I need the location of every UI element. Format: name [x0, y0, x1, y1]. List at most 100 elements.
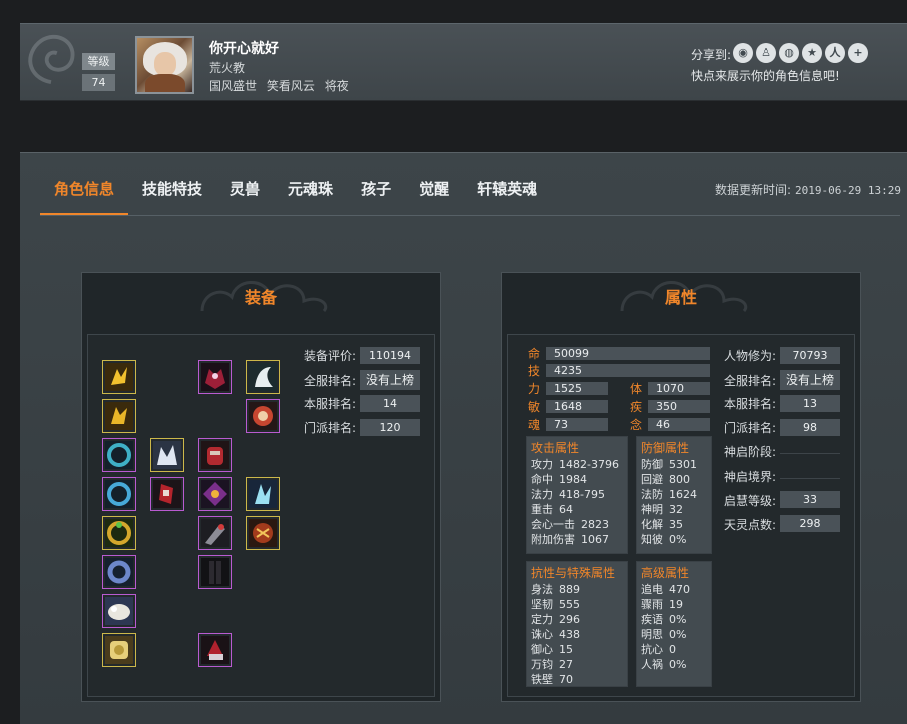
tab-heroes[interactable]: 轩辕英魂: [463, 153, 551, 215]
equipment-slot[interactable]: [246, 360, 280, 394]
defense-panel: 防御属性 防御 5301 回避 800 法防 1624 神明 32 化解 35 知彼 0%: [636, 436, 712, 554]
server-rank-value: 14: [360, 395, 420, 412]
tab-bar: 角色信息 技能特技 灵兽 元魂珠 孩子 觉醒 轩辕英魂: [40, 153, 551, 215]
tab-awakening[interactable]: 觉醒: [405, 153, 463, 215]
attr-all-rank-label: 全服排名:: [724, 374, 777, 388]
attack-title: 攻击属性: [531, 441, 580, 455]
ji2-value: 350: [648, 400, 710, 413]
resist-title: 抗性与特殊属性: [531, 566, 616, 580]
update-timestamp: 2019-06-29 13:29: [795, 184, 902, 197]
attr-server-rank-label: 本服排名:: [724, 397, 777, 411]
attr-sect-rank-label: 门派排名:: [724, 421, 777, 435]
resist-row: 御心 15: [531, 643, 573, 656]
divine-realm-line: [780, 478, 840, 479]
advanced-row: 骤雨 19: [641, 598, 683, 611]
advanced-row: 明思 0%: [641, 628, 687, 641]
share-hint: 快点来展示你的角色信息吧!: [691, 69, 840, 83]
equipment-slot[interactable]: [198, 555, 232, 589]
equipment-slot[interactable]: [246, 477, 280, 511]
tab-children[interactable]: 孩子: [347, 153, 405, 215]
ji2-label: 疾: [630, 400, 643, 414]
equipment-slot[interactable]: [198, 438, 232, 472]
tab-soul-orbs[interactable]: 元魂珠: [274, 153, 347, 215]
equipment-slot[interactable]: [102, 555, 136, 589]
equipment-slot[interactable]: [102, 399, 136, 433]
equipment-slot[interactable]: [102, 633, 136, 667]
avatar: [135, 36, 194, 94]
equipment-slot[interactable]: [198, 477, 232, 511]
qzone-icon[interactable]: ★: [802, 43, 822, 63]
divine-realm-label: 神启境界:: [724, 470, 777, 484]
tab-pets[interactable]: 灵兽: [216, 153, 274, 215]
nian-label: 念: [630, 418, 643, 432]
nian-value: 46: [648, 418, 710, 431]
divine-stage-label: 神启阶段:: [724, 445, 777, 459]
ji-value: 4235: [546, 364, 710, 377]
tab-skills[interactable]: 技能特技: [128, 153, 216, 215]
advanced-row: 人祸 0%: [641, 658, 687, 671]
attack-row: 命中 1984: [531, 473, 587, 486]
equipment-slot[interactable]: [150, 477, 184, 511]
equipment-slot[interactable]: [198, 516, 232, 550]
equipment-slot[interactable]: [102, 360, 136, 394]
player-tag: 笑看风云: [266, 79, 315, 93]
ti-value: 1070: [648, 382, 710, 395]
ji-label: 技: [528, 364, 541, 378]
player-tag: 将夜: [324, 79, 349, 93]
plus-icon[interactable]: +: [848, 43, 868, 63]
equipment-title: 装备: [244, 288, 277, 307]
server-all-rank-label: 全服排名:: [304, 374, 357, 388]
update-time: 数据更新时间: 2019-06-29 13:29: [715, 181, 901, 198]
defense-title: 防御属性: [641, 441, 690, 455]
share-label: 分享到:: [691, 48, 732, 62]
equipment-slot[interactable]: [246, 399, 280, 433]
hun-value: 73: [546, 418, 608, 431]
li-value: 1525: [546, 382, 608, 395]
equip-score-value: 110194: [360, 347, 420, 364]
resist-row: 万钧 27: [531, 658, 573, 671]
resist-row: 定力 296: [531, 613, 580, 626]
equipment-box: 装备 装备评价: 110194 全服排名: 没有上榜 本服排名: 14 门派排名…: [81, 272, 441, 702]
wisdom-level-value: 33: [780, 491, 840, 508]
attack-row: 攻力 1482-3796: [531, 458, 619, 471]
tab-character-info[interactable]: 角色信息: [40, 153, 129, 215]
attack-row: 法力 418-795: [531, 488, 605, 501]
ming-value: 50099: [546, 347, 710, 360]
attr-all-rank-value: 没有上榜: [780, 370, 840, 390]
main-panel: 角色信息 技能特技 灵兽 元魂珠 孩子 觉醒 轩辕英魂 数据更新时间: 2019-…: [20, 152, 907, 724]
equipment-slot[interactable]: [102, 477, 136, 511]
resist-panel: 抗性与特殊属性 身法 889 坚韧 555 定力 296 诛心 438 御心 15 万钧 2…: [526, 561, 628, 687]
player-sect: 荒火教: [209, 61, 246, 75]
sect-rank-label: 门派排名:: [304, 421, 357, 435]
swirl-decoration-icon: [28, 34, 75, 85]
ti-label: 体: [630, 382, 643, 396]
divine-stage-line: [780, 453, 840, 454]
equipment-slot[interactable]: [102, 516, 136, 550]
equipment-slot[interactable]: [198, 633, 232, 667]
ming-label: 命: [528, 347, 541, 361]
defense-row: 法防 1624: [641, 488, 697, 501]
min-value: 1648: [546, 400, 608, 413]
equipment-slot[interactable]: [198, 360, 232, 394]
player-name: 你开心就好: [209, 41, 279, 57]
equip-score-label: 装备评价:: [304, 349, 357, 363]
renren-icon[interactable]: 人: [825, 43, 845, 63]
equipment-slot[interactable]: [102, 438, 136, 472]
equipment-slot[interactable]: [102, 594, 136, 628]
level-label: 等级: [82, 53, 115, 70]
attack-row: 会心一击 2823: [531, 518, 609, 531]
weibo-icon[interactable]: ◍: [779, 43, 799, 63]
resist-row: 坚韧 555: [531, 598, 580, 611]
qq-icon[interactable]: ♙: [756, 43, 776, 63]
resist-row: 身法 889: [531, 583, 580, 596]
equipment-slot[interactable]: [246, 516, 280, 550]
advanced-row: 抗心 0: [641, 643, 676, 656]
defense-row: 防御 5301: [641, 458, 697, 471]
spirit-points-label: 天灵点数:: [724, 518, 777, 532]
attribute-box: 属性 命 50099 技 4235 力 1525 体 1070 敏 1648 疾…: [501, 272, 861, 702]
wechat-icon[interactable]: ◉: [733, 43, 753, 63]
sect-rank-value: 120: [360, 419, 420, 436]
server-rank-label: 本服排名:: [304, 397, 357, 411]
equipment-slot[interactable]: [150, 438, 184, 472]
resist-row: 铁壁 70: [531, 673, 573, 686]
